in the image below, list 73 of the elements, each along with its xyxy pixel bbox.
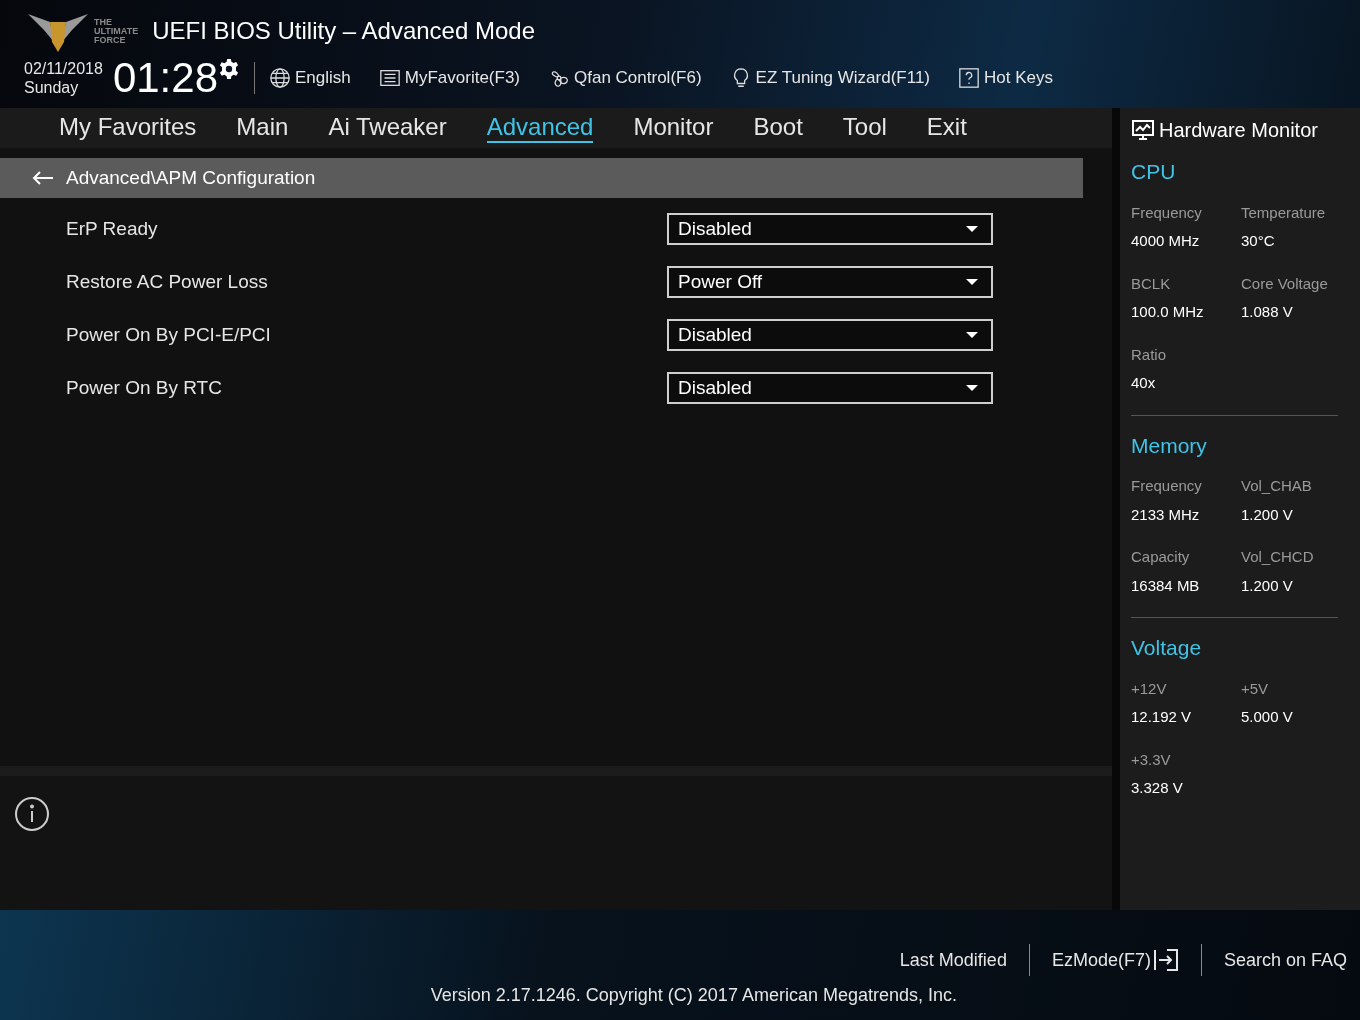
setting-dropdown[interactable]: Disabled [667,372,993,404]
toolbar-button[interactable]: Qfan Control(F6) [548,65,702,91]
toolbar-button[interactable]: MyFavorite(F3) [378,65,520,91]
breadcrumb-path: Advanced\APM Configuration [66,165,316,190]
menu-tab[interactable]: Monitor [633,113,714,143]
sensor-value: 4000 MHz [1131,231,1201,251]
logo-text: THE [94,17,113,27]
sensor-value: 2133 MHz [1131,504,1201,525]
setting-label: ErP Ready [65,216,159,241]
dropdown-caret-icon [966,332,978,338]
sensor-value: 1.200 V [1241,575,1294,596]
window-title: UEFI BIOS Utility – Advanced Mode [152,16,535,46]
menu-tab[interactable]: Main [236,113,289,143]
logo-text: ULTIMATE [94,26,139,36]
footer-link[interactable]: Last Modified [899,946,1007,974]
sensor-label: +3.3V [1131,749,1172,770]
toolbar-button[interactable]: Hot Keys [958,65,1053,91]
exit-arrow-icon [1152,949,1179,971]
menu-tab[interactable]: Advanced [486,113,594,143]
list-icon [378,67,401,89]
sensor-label: Frequency [1131,476,1203,496]
dropdown-caret-icon [966,279,978,285]
date-text: 02/11/2018 [24,59,103,78]
footer-link[interactable]: EzMode(F7) [1051,946,1179,974]
sensor-value: 1.088 V [1241,302,1294,322]
setting-label: Power On By RTC [65,375,223,400]
panel-title: Hardware Monitor [1159,118,1318,143]
setting-dropdown[interactable]: Disabled [667,319,993,351]
setting-dropdown[interactable]: Power Off [667,266,993,298]
globe-icon [269,67,291,89]
monitor-icon [1131,118,1155,142]
section-title: Memory [1131,432,1208,459]
settings-icon[interactable] [218,58,240,80]
clock-time: 01:28 [112,56,218,100]
menu-tab[interactable]: Exit [926,113,967,143]
section-title: CPU [1131,159,1177,185]
setting-label: Restore AC Power Loss [65,269,269,294]
sensor-label: Frequency [1131,202,1203,223]
info-icon [14,796,50,832]
section-title: Voltage [1131,635,1203,661]
sensor-label: Ratio [1131,344,1168,365]
sensor-label: +12V [1131,678,1168,699]
dropdown-caret-icon [966,385,978,391]
sensor-label: +5V [1241,678,1270,699]
menu-tab[interactable]: Tool [842,113,887,143]
menu-tab[interactable]: Ai Tweaker [328,113,447,143]
setting-dropdown[interactable]: Disabled [667,213,993,245]
sensor-value: 12.192 V [1131,707,1193,727]
version-text: Version 2.17.1246. Copyright (C) 2017 American Megatrends, Inc. [430,984,957,1007]
sensor-label: Vol_CHCD [1241,547,1315,567]
sensor-value: 5.000 V [1241,707,1294,727]
sensor-value: 30°C [1241,231,1276,251]
sensor-value: 16384 MB [1131,575,1201,596]
sensor-value: 3.328 V [1131,778,1184,798]
help-icon [958,67,980,89]
logo-text: FORCE [94,35,127,45]
sensor-label: Temperature [1241,202,1327,223]
menu-tab[interactable]: Boot [753,113,803,143]
toolbar-button[interactable]: EZ Tuning Wizard(F11) [729,65,930,91]
menu-tab[interactable]: My Favorites [59,113,197,143]
back-arrow-icon[interactable] [32,170,54,186]
sensor-value: 1.200 V [1241,504,1294,525]
toolbar-button[interactable]: English [269,65,351,91]
sensor-label: Core Voltage [1241,273,1329,294]
footer-link[interactable]: Search on FAQ [1223,946,1347,974]
sensor-label: Capacity [1131,547,1191,567]
sensor-value: 40x [1131,373,1157,393]
sensor-value: 100.0 MHz [1131,302,1205,322]
setting-label: Power On By PCI-E/PCI [65,322,272,347]
day-text: Sunday [24,78,80,97]
sensor-label: BCLK [1131,273,1172,294]
dropdown-caret-icon [966,226,978,232]
sensor-label: Vol_CHAB [1241,476,1313,496]
